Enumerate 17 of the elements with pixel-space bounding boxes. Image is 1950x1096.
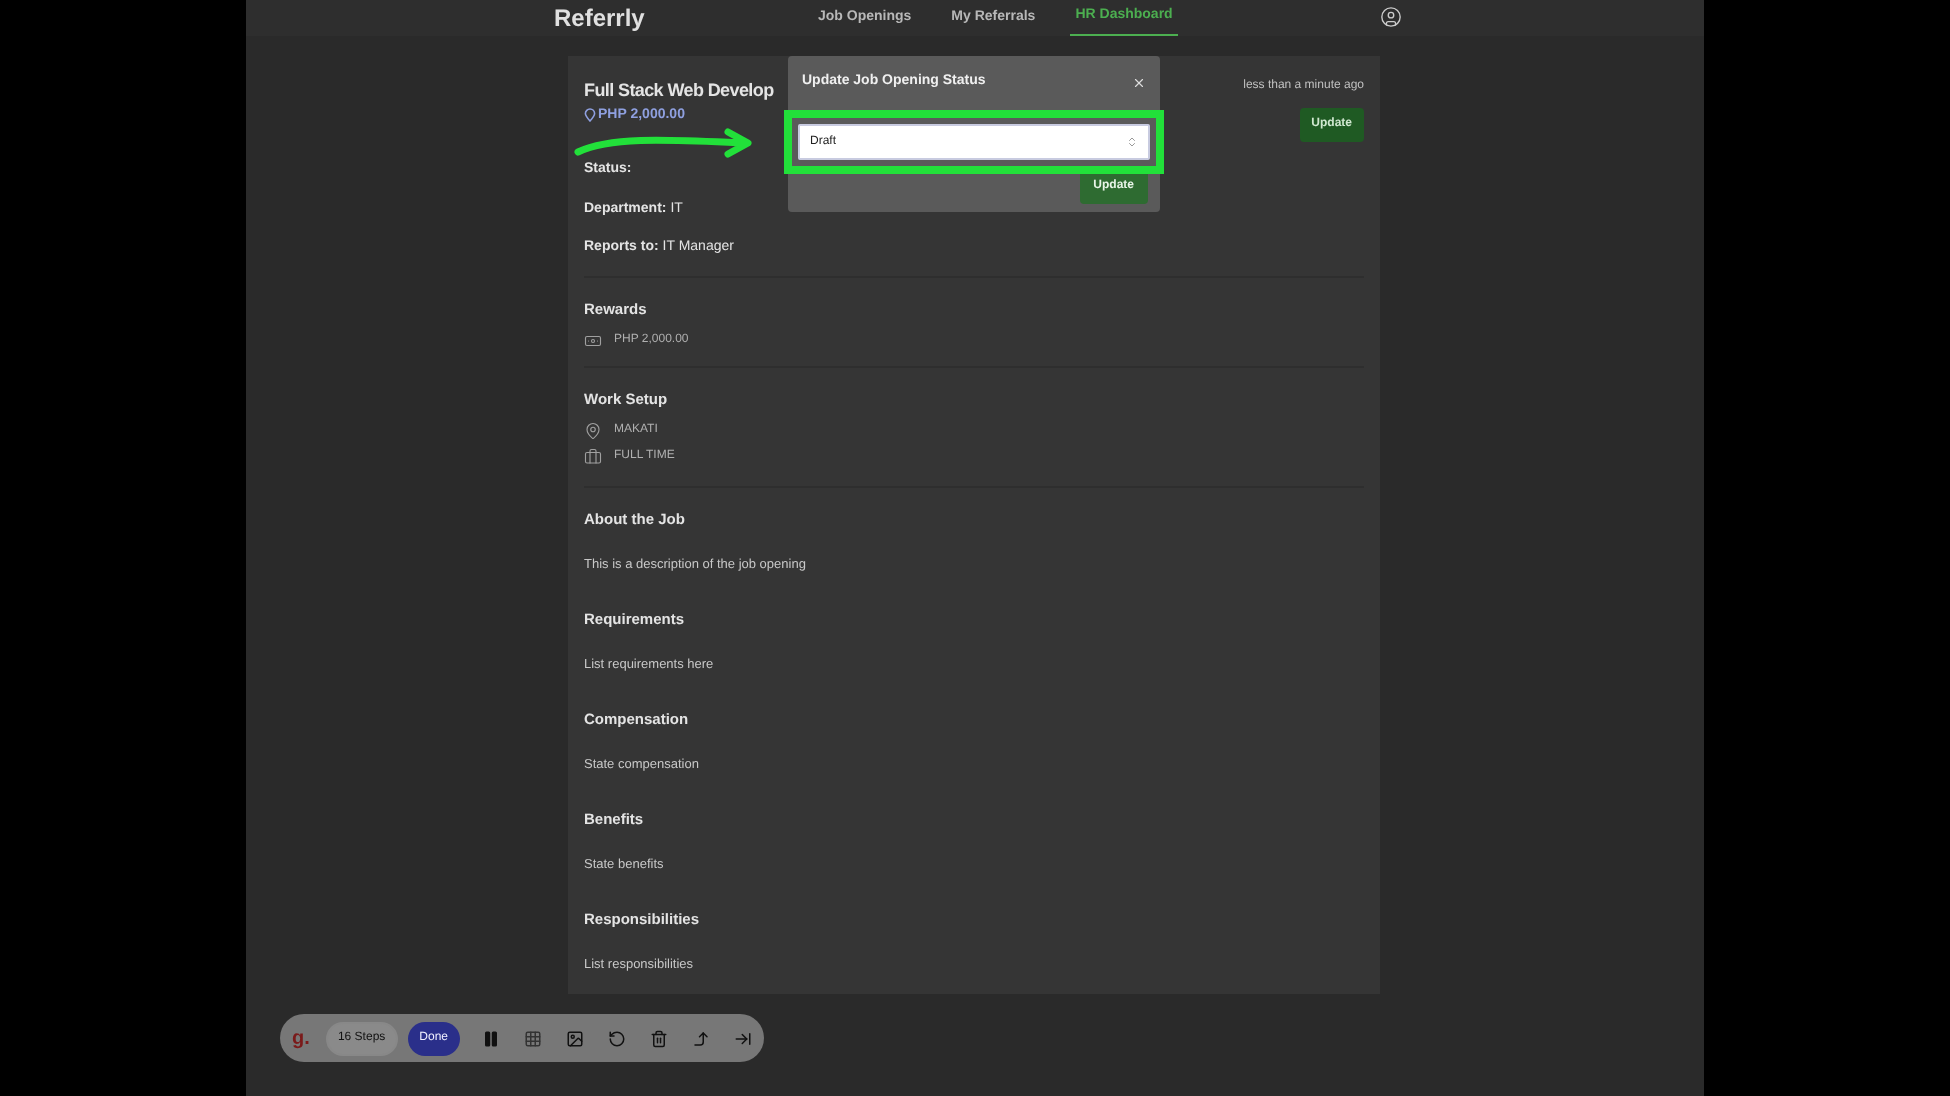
money-icon [584, 331, 602, 350]
undo-icon[interactable] [608, 1029, 626, 1047]
app-logo: Referrly [554, 2, 645, 36]
arrow-to-line-icon[interactable] [734, 1029, 752, 1047]
grid-icon[interactable] [524, 1029, 542, 1047]
user-avatar-icon[interactable] [1380, 6, 1402, 28]
trash-icon[interactable] [650, 1029, 668, 1047]
pause-icon[interactable] [482, 1029, 500, 1047]
briefcase-icon [584, 448, 602, 466]
curved-arrow-icon [572, 128, 756, 158]
location-icon [584, 422, 602, 440]
pin-icon [584, 108, 596, 123]
job-title: Full Stack Web Develop [584, 78, 774, 104]
corner-arrow-icon[interactable] [692, 1029, 710, 1047]
close-icon[interactable] [1132, 75, 1146, 90]
image-icon[interactable] [566, 1029, 584, 1047]
recorder-logo: g. [292, 1025, 312, 1053]
